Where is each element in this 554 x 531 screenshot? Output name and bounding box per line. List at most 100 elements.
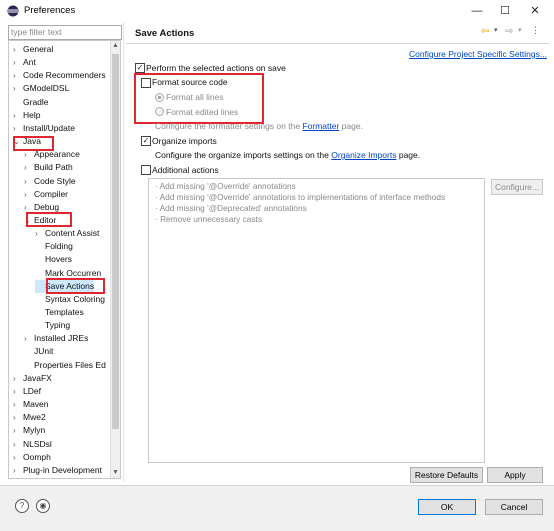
import-export-icon[interactable]: ◉ <box>36 499 50 513</box>
tree-item-label: Folding <box>45 241 73 252</box>
tree-item[interactable]: › GModelDSL <box>13 82 69 95</box>
chevron-right-icon[interactable]: › <box>13 438 23 451</box>
formatter-link[interactable]: Formatter <box>302 121 339 131</box>
minimize-button[interactable]: — <box>462 0 492 22</box>
tree-item[interactable]: Syntax Coloring <box>35 293 105 306</box>
organize-label: Organize imports <box>152 136 217 146</box>
tree-item[interactable]: › Code Style <box>24 175 76 188</box>
tree-item[interactable]: Typing <box>35 319 70 332</box>
highlight-save-actions <box>46 278 105 294</box>
tree-item-label: Installed JREs <box>34 333 89 344</box>
organize-checkbox[interactable]: ✓ <box>141 136 151 146</box>
tree-item[interactable]: › Mwe2 <box>13 411 46 424</box>
tree-item[interactable]: › Content Assist <box>35 227 99 240</box>
ok-button[interactable]: OK <box>418 499 476 515</box>
tree-item[interactable]: › Plug-in Development <box>13 464 102 477</box>
tree-item-label: General <box>23 44 54 54</box>
organize-text: Configure the organize imports settings … <box>155 150 329 160</box>
highlight-format-group <box>134 73 264 124</box>
tree-item-label: Syntax Coloring <box>45 293 106 304</box>
tree-scrollbar[interactable]: ▲ ▼ <box>110 41 120 478</box>
chevron-right-icon[interactable]: › <box>13 451 23 464</box>
tree-item[interactable]: › Maven <box>13 398 49 411</box>
tree-item[interactable]: › JavaFX <box>13 372 52 385</box>
chevron-right-icon[interactable]: › <box>24 188 34 201</box>
list-item: · Add missing '@Override' annotations <box>155 181 296 191</box>
tree-item-label: Install/Update <box>23 122 75 133</box>
tree-item[interactable]: › Build Path <box>24 161 73 174</box>
filter-input[interactable]: type filter text <box>8 25 122 40</box>
chevron-right-icon[interactable]: › <box>13 82 23 95</box>
tree-item[interactable]: Templates <box>35 306 84 319</box>
scroll-up-icon[interactable]: ▲ <box>111 41 120 51</box>
restore-defaults-button[interactable]: Restore Defaults <box>410 467 483 483</box>
tree-item-label: LDef <box>23 385 41 396</box>
tree-item-label: JavaFX <box>23 372 52 383</box>
tree-item-label: Hovers <box>45 254 72 265</box>
configure-project-link[interactable]: Configure Project Specific Settings... <box>409 49 547 59</box>
chevron-right-icon[interactable]: › <box>13 43 23 56</box>
chevron-right-icon[interactable]: › <box>35 227 45 240</box>
tree-item[interactable]: Folding <box>35 240 73 253</box>
preferences-tree[interactable]: › General › Ant › Code Recommenders › GModelDSL… <box>8 40 121 479</box>
chevron-right-icon[interactable]: › <box>13 122 23 135</box>
tree-item-label: Typing <box>45 320 71 331</box>
chevron-right-icon[interactable]: › <box>24 175 34 188</box>
chevron-right-icon[interactable]: › <box>13 398 23 411</box>
chevron-right-icon[interactable]: › <box>13 69 23 82</box>
tree-item-label: Code Style <box>34 175 76 186</box>
chevron-right-icon[interactable]: › <box>13 424 23 437</box>
forward-menu-icon[interactable]: ▾ <box>518 26 522 34</box>
help-icon[interactable]: ? <box>15 499 29 513</box>
chevron-right-icon[interactable]: › <box>13 464 23 477</box>
apply-button[interactable]: Apply <box>487 467 543 483</box>
close-button[interactable]: ✕ <box>520 0 550 22</box>
maximize-button[interactable]: ☐ <box>490 0 520 22</box>
page-title: Save Actions <box>135 28 195 39</box>
tree-item[interactable]: › General <box>13 43 53 56</box>
tree-item[interactable]: Gradle <box>13 96 49 109</box>
tree-item-label: Debug <box>34 201 60 212</box>
tree-item-label: Code Recommenders <box>23 70 106 81</box>
tree-item[interactable]: › Mylyn <box>13 424 45 437</box>
chevron-right-icon[interactable]: › <box>13 372 23 385</box>
organize-link[interactable]: Organize Imports <box>331 150 396 160</box>
splitter[interactable] <box>123 22 124 482</box>
configure-button[interactable]: Configure... <box>491 179 543 195</box>
chevron-right-icon[interactable]: › <box>13 385 23 398</box>
tree-item[interactable]: › Help <box>13 109 40 122</box>
chevron-right-icon[interactable]: › <box>24 332 34 345</box>
tree-item[interactable]: › NLSDsl <box>13 438 52 451</box>
cancel-button[interactable]: Cancel <box>485 499 543 515</box>
additional-actions-list[interactable]: · Add missing '@Override' annotations · … <box>148 178 485 463</box>
tree-item-label: Templates <box>45 307 84 317</box>
chevron-right-icon[interactable]: › <box>24 161 34 174</box>
forward-arrow-icon[interactable]: ⇨ <box>505 26 513 37</box>
view-menu-icon[interactable]: ⋮ <box>531 25 540 36</box>
scroll-down-icon[interactable]: ▼ <box>111 468 120 478</box>
eclipse-icon <box>7 5 19 17</box>
additional-checkbox[interactable] <box>141 165 151 175</box>
tree-item[interactable]: › Oomph <box>13 451 51 464</box>
tree-item[interactable]: › Installed JREs <box>24 332 88 345</box>
back-arrow-icon[interactable]: ⇦ <box>481 26 489 37</box>
formatter-note: Configure the formatter settings on the … <box>155 121 363 131</box>
tree-item[interactable]: JUnit <box>24 345 53 358</box>
footer: ? ◉ OK Cancel <box>0 486 554 531</box>
tree-item[interactable]: › Code Recommenders <box>13 69 106 82</box>
tree-item[interactable]: Hovers <box>35 253 72 266</box>
scroll-thumb[interactable] <box>112 54 119 429</box>
highlight-editor <box>26 212 72 227</box>
tree-item[interactable]: Properties Files Ed <box>24 359 106 372</box>
chevron-right-icon[interactable]: › <box>13 411 23 424</box>
tree-item[interactable]: › Ant <box>13 56 36 69</box>
tree-item-label: Maven <box>23 399 49 410</box>
back-menu-icon[interactable]: ▾ <box>494 26 498 34</box>
tree-item[interactable]: › Install/Update <box>13 122 75 135</box>
perform-checkbox[interactable]: ✓ <box>135 63 145 73</box>
chevron-right-icon[interactable]: › <box>13 109 23 122</box>
tree-item[interactable]: › LDef <box>13 385 41 398</box>
chevron-right-icon[interactable]: › <box>13 56 23 69</box>
tree-item[interactable]: › Compiler <box>24 188 68 201</box>
tree-item-label: Content Assist <box>45 228 100 239</box>
